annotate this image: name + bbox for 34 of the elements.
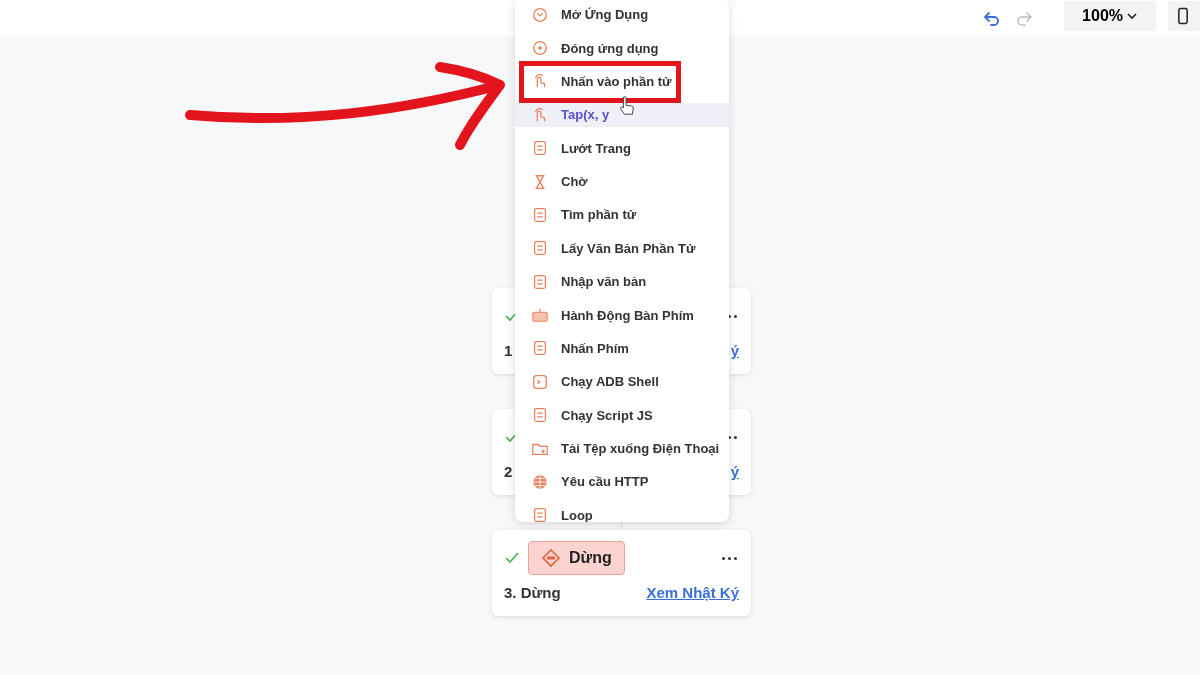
more-icon[interactable] [722,556,737,560]
step-title: 1 [504,342,513,359]
menu-item[interactable]: Nhấn Phím [515,336,729,361]
view-log-link[interactable]: Xem Nhật Ký [646,584,739,601]
menu-item[interactable]: Chạy Script JS [515,403,729,428]
menu-item[interactable]: Tải Tệp xuống Điện Thoại [515,436,729,461]
globe-icon [531,472,549,491]
stop-circle-icon [531,39,549,58]
pointer-cursor-icon [618,96,636,118]
menu-item[interactable]: Lướt Trang [515,136,729,161]
badge-label: Dừng [569,549,612,567]
menu-item[interactable]: Nhấn vào phần tử [515,69,729,94]
keyboard-icon [531,306,549,325]
menu-item[interactable]: Nhập văn bản [515,269,729,294]
device-button[interactable] [1168,0,1200,31]
step-title: 3. Dừng [504,584,561,601]
menu-item[interactable]: Tap(x, y [515,102,729,127]
menu-item[interactable]: Hành Động Bàn Phím [515,303,729,328]
menu-item[interactable]: Tìm phần tử [515,202,729,227]
step-badge[interactable]: Dừng [528,541,625,575]
menu-item[interactable]: Loop [515,503,729,522]
step-title: 2 [504,463,513,480]
phone-icon [1178,6,1188,25]
terminal-icon [531,372,549,391]
menu-item[interactable]: Đóng ứng dụng [515,36,729,61]
menu-item[interactable]: Mở Ứng Dụng [515,2,729,27]
menu-item[interactable]: Yêu cầu HTTP [515,469,729,494]
menu-item[interactable]: Chờ [515,169,729,194]
menu-item[interactable]: Chạy ADB Shell [515,369,729,394]
menu-item[interactable]: Lấy Văn Bản Phần Tử [515,236,729,261]
zoom-dropdown[interactable]: 100% [1064,0,1156,31]
view-log-link[interactable]: ý [730,342,739,359]
view-log-link[interactable]: ý [730,463,739,480]
stop-sign-icon [541,548,561,568]
